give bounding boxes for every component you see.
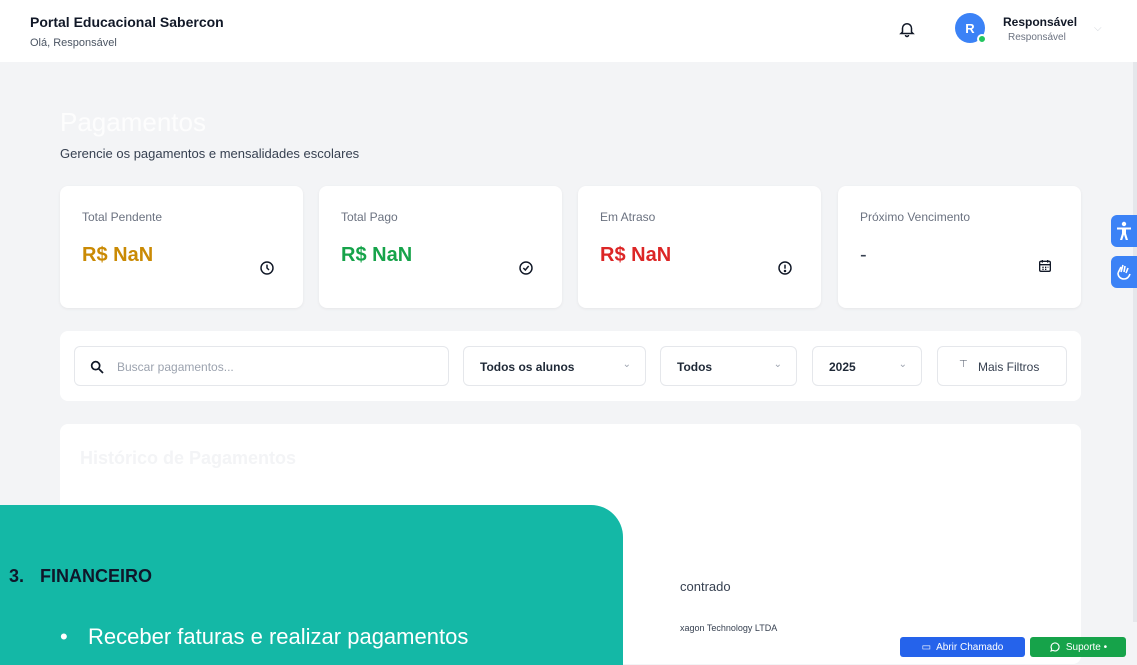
chevron-down-icon: ⌄ (898, 359, 907, 370)
card-label: Total Pendente (82, 210, 163, 224)
portal-title: Portal Educacional Sabercon (30, 14, 224, 30)
chevron-down-icon: ⌄ (773, 359, 782, 370)
search-input[interactable]: Buscar pagamentos... (74, 346, 449, 386)
more-filters-button[interactable]: ⊤ Mais Filtros (937, 346, 1067, 386)
chevron-down-icon[interactable]: ⌵ (1094, 23, 1102, 34)
support-label: Suporte • (1065, 641, 1108, 653)
page-title: Pagamentos (60, 107, 206, 137)
chevron-down-icon: ⌄ (622, 359, 631, 370)
student-select[interactable]: Todos os alunos ⌄ (463, 346, 646, 386)
clock-icon (260, 261, 274, 275)
overlay-bullet: • Receber faturas e realizar pagamentos (60, 624, 468, 650)
search-placeholder: Buscar pagamentos... (117, 360, 234, 374)
open-ticket-button[interactable]: ▭ Abrir Chamado (900, 637, 1025, 657)
card-em-atraso: Em Atraso R$ NaN (578, 186, 821, 308)
card-label: Em Atraso (600, 210, 656, 224)
bell-icon[interactable] (898, 20, 916, 38)
card-value: R$ NaN (82, 244, 154, 266)
student-select-value: Todos os alunos (480, 360, 575, 374)
support-button[interactable]: Suporte • (1030, 637, 1126, 657)
card-label: Total Pago (341, 210, 398, 224)
card-proximo-vencimento: Próximo Vencimento - (838, 186, 1081, 308)
footer-text: xagon Technology LTDA (680, 623, 778, 633)
user-role: Responsável (1008, 32, 1066, 43)
accessibility-icon[interactable] (1111, 215, 1137, 247)
alert-circle-icon (778, 261, 792, 275)
top-bar: Portal Educacional Sabercon Olá, Respons… (0, 0, 1137, 62)
ticket-icon: ▭ (921, 641, 932, 653)
bullet-icon: • (60, 624, 68, 649)
year-select[interactable]: 2025 ⌄ (812, 346, 922, 386)
overlay-heading: 3. FINANCEIRO (9, 566, 152, 587)
year-select-value: 2025 (829, 360, 856, 374)
greeting-text: Olá, Responsável (30, 37, 117, 49)
more-filters-label: Mais Filtros (978, 360, 1040, 374)
search-icon (90, 360, 104, 374)
online-status-dot (977, 34, 987, 44)
card-value: R$ NaN (600, 244, 672, 266)
card-label: Próximo Vencimento (860, 210, 971, 224)
sign-language-icon[interactable] (1111, 256, 1137, 288)
overlay-heading-text: FINANCEIRO (40, 566, 153, 586)
whatsapp-icon (1049, 642, 1060, 652)
status-select[interactable]: Todos ⌄ (660, 346, 797, 386)
page-subtitle: Gerencie os pagamentos e mensalidades es… (60, 146, 360, 161)
user-name[interactable]: Responsável (1003, 15, 1077, 29)
filter-bar: Buscar pagamentos... Todos os alunos ⌄ T… (60, 331, 1081, 401)
avatar-initial: R (965, 20, 975, 36)
avatar[interactable]: R (955, 13, 987, 44)
card-value: - (860, 244, 867, 266)
scrollbar[interactable] (1133, 62, 1137, 622)
filter-icon: ⊤ (959, 359, 968, 370)
empty-state-text: contrado (680, 579, 731, 594)
check-circle-icon (519, 261, 533, 275)
open-ticket-label: Abrir Chamado (936, 641, 1004, 653)
overlay-number: 3. (9, 566, 25, 586)
card-value: R$ NaN (341, 244, 413, 266)
card-total-pago: Total Pago R$ NaN (319, 186, 562, 308)
calendar-icon (1039, 260, 1051, 272)
status-select-value: Todos (677, 360, 713, 374)
overlay-bullet-text: Receber faturas e realizar pagamentos (88, 624, 469, 649)
card-total-pendente: Total Pendente R$ NaN (60, 186, 303, 308)
history-title: Histórico de Pagamentos (80, 448, 297, 468)
tutorial-overlay: 3. FINANCEIRO • Receber faturas e realizar… (0, 505, 623, 665)
